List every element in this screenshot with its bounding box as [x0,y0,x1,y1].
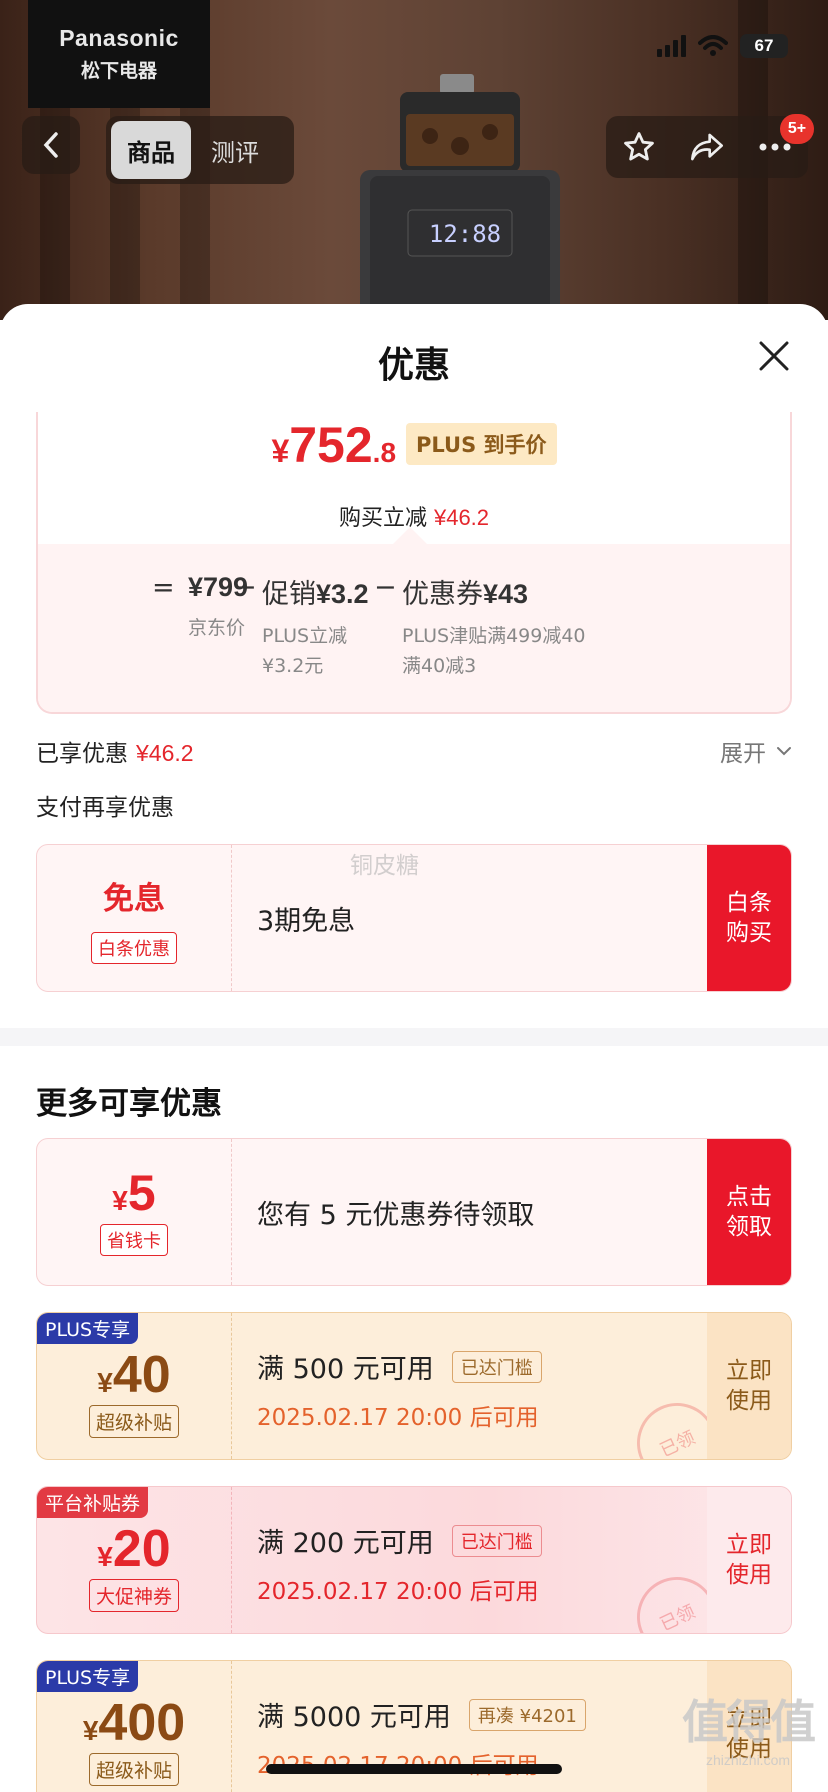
baitiao-title: 免息 [103,880,165,917]
claim-button[interactable]: 点击 领取 [707,1139,791,1285]
threshold-chip: 已达门槛 [451,1350,542,1383]
tab-review[interactable]: 测评 [195,121,275,179]
savings-text: 您有 5 元优惠券待领取 [257,1200,535,1231]
chevron-down-icon [777,747,791,756]
site-watermark: 值得值 zhizhizhi.com [682,1695,816,1768]
coupon-amount: ¥20 [97,1519,171,1578]
use-now-button[interactable]: 立即 使用 [707,1313,791,1459]
product-image[interactable]: 12:88 [360,74,600,320]
coupon-condition: 满 5000 元可用 再凑 ¥4201 [257,1695,586,1734]
threshold-chip: 已达门槛 [451,1524,542,1557]
section-divider [0,1028,828,1046]
price-calculation: = ¥799 京东价 − 促销¥3.2 PLUS立减 ¥3.2元 − 优惠券¥43… [38,527,790,712]
use-now-button[interactable]: 立即 使用 [707,1487,791,1633]
share-icon[interactable] [689,131,725,163]
message-badge: 5+ [780,114,814,144]
calc-minus: − [234,572,257,603]
calc-equals: = [152,572,175,603]
coupon-card: PLUS专享 ¥40 超级补贴 满 500 元可用 已达门槛 2025.02.17… [36,1312,792,1460]
coupon-corner-tag: PLUS专享 [37,1661,139,1692]
brand-name-en: Panasonic [59,25,179,51]
coupon-corner-tag: PLUS专享 [37,1313,139,1344]
signal-icon [657,35,686,57]
back-button[interactable] [22,116,80,174]
price-breakdown-card: ¥752.8 PLUS 到手价 购买立减 ¥46.2 = ¥799 京东价 − … [36,412,792,714]
product-hero: Panasonic 松下电器 12:88 67 商品 测评 5+ [0,0,828,320]
brand-logo: Panasonic 松下电器 [28,0,210,108]
action-bar [606,116,808,178]
savings-amount: ¥5 [112,1165,156,1221]
user-watermark: 铜皮糖 [350,853,419,879]
pay-more-label: 支付再享优惠 [36,795,174,821]
calc-promotion: 促销¥3.2 PLUS立减 ¥3.2元 [262,579,369,677]
enjoyed-discount-row: 已享优惠 ¥46.2 展开 [36,734,792,768]
calc-minus: − [374,572,397,603]
wifi-icon [698,35,728,56]
coupon-tag: 大促神券 [88,1578,179,1612]
coupon-tag: 超级补贴 [88,1752,179,1786]
close-icon[interactable] [756,338,792,374]
baitiao-tag: 白条优惠 [91,931,177,964]
baitiao-buy-button[interactable]: 白条 购买 [707,845,791,991]
instant-reduce-value: ¥46.2 [433,505,490,530]
enjoyed-value: ¥46.2 [136,740,194,766]
coupon-tag: 超级补贴 [88,1404,179,1438]
plus-price-tag: PLUS 到手价 [406,423,557,465]
brand-name-cn: 松下电器 [80,60,157,82]
discount-sheet: 优惠 ¥752.8 PLUS 到手价 购买立减 ¥46.2 = ¥799 京东价… [0,304,828,1792]
coupon-date: 2025.02.17 20:00 后可用 [257,1579,539,1605]
machine-display: 12:88 [429,220,501,248]
baitiao-text: 3期免息 [257,906,356,937]
coupon-corner-tag: 平台补贴券 [37,1487,149,1518]
more-icon[interactable] [758,142,792,152]
savings-card-coupon: ¥5 省钱卡 您有 5 元优惠券待领取 点击 领取 [36,1138,792,1286]
coupon-amount: ¥400 [82,1693,186,1752]
instant-reduce: 购买立减 ¥46.2 [338,505,490,531]
status-bar: 67 [657,34,788,58]
final-price-row: ¥752.8 PLUS 到手价 [38,416,790,475]
sheet-title: 优惠 [377,345,450,386]
coupon-card: 平台补贴券 ¥20 大促神券 满 200 元可用 已达门槛 2025.02.17 … [36,1486,792,1634]
threshold-chip: 再凑 ¥4201 [468,1698,586,1731]
expand-button[interactable]: 展开 [720,734,792,768]
product-tab-switcher: 商品 测评 [106,116,294,184]
calc-coupon: 优惠券¥43 PLUS津贴满499减40 满40减3 [402,579,586,677]
more-offers-title: 更多可享优惠 [36,1086,222,1122]
coupon-condition: 满 200 元可用 已达门槛 [257,1521,542,1560]
coupon-date: 2025.02.17 20:00 后可用 [257,1746,586,1780]
coupon-date: 2025.02.17 20:00 后可用 [257,1405,539,1431]
star-icon[interactable] [622,130,656,164]
coupon-amount: ¥40 [97,1345,171,1404]
home-indicator[interactable] [266,1764,562,1774]
chevron-left-icon [43,132,58,158]
coupon-condition: 满 500 元可用 已达门槛 [257,1347,542,1386]
battery-icon: 67 [740,34,788,58]
savings-tag: 省钱卡 [100,1224,168,1256]
tab-product[interactable]: 商品 [111,121,191,179]
final-price: ¥752.8 [271,417,397,473]
